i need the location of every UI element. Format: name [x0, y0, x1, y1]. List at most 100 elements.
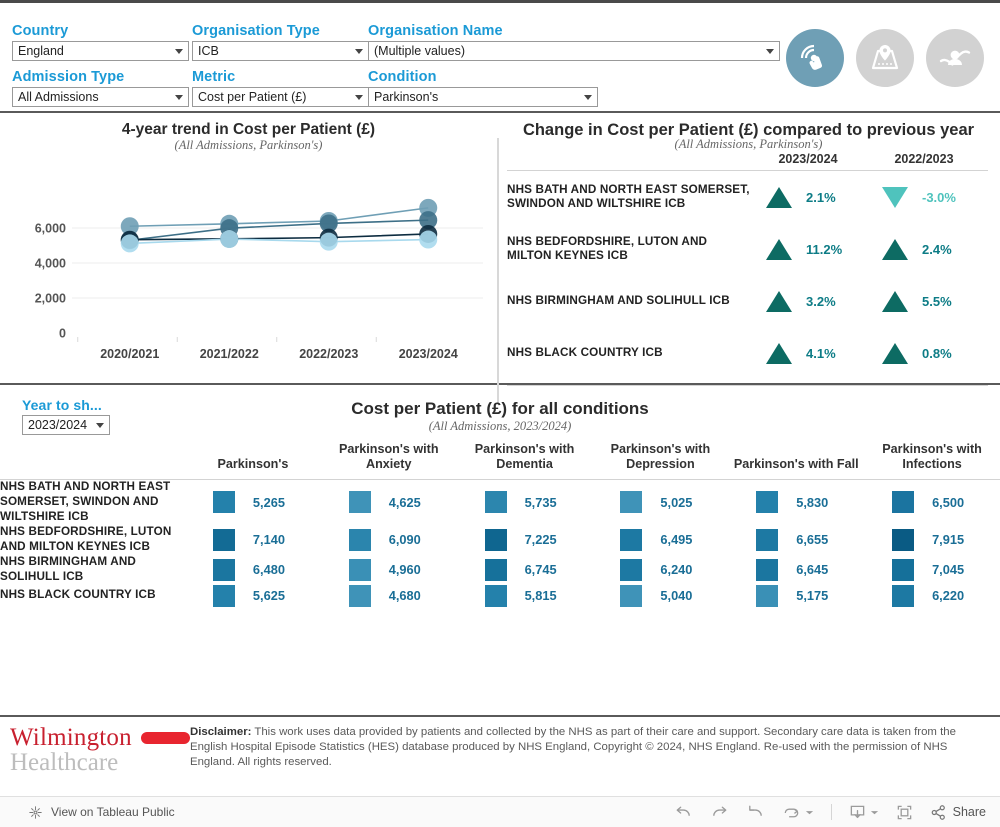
revert-icon[interactable] [746, 804, 765, 820]
view-on-tableau-public-button[interactable]: View on Tableau Public [28, 805, 175, 820]
filter-metric-label: Metric [192, 69, 236, 85]
conditions-table-row[interactable]: NHS BLACK COUNTRY ICB 5,625 4,680 5,815 5,04… [0, 584, 1000, 607]
conditions-table: Parkinson's Parkinson's with Anxiety Parki… [0, 440, 1000, 607]
conditions-table-row[interactable]: NHS BATH AND NORTH EAST SOMERSET, SWINDO… [0, 479, 1000, 524]
change-table-row[interactable]: NHS BIRMINGHAM AND SOLIHULL ICB 3.2% 5.5% [507, 275, 988, 327]
fullscreen-icon[interactable] [896, 804, 913, 821]
heatmap-swatch [212, 584, 235, 607]
conditions-value-cell[interactable]: 5,815 [457, 584, 593, 607]
disclaimer-text: This work uses data provided by patients… [190, 726, 956, 769]
redo-icon[interactable] [710, 804, 729, 820]
change-percent-value: 2.4% [922, 241, 952, 257]
conditions-value-label: 4,625 [388, 494, 421, 510]
conditions-value-cell[interactable]: 6,500 [864, 479, 1000, 524]
conditions-value-cell[interactable]: 5,175 [728, 584, 864, 607]
conditions-value-cell[interactable]: 5,625 [185, 584, 321, 607]
conditions-value-cell[interactable]: 5,040 [592, 584, 728, 607]
conditions-value-cell[interactable]: 6,240 [592, 555, 728, 585]
conditions-table-row[interactable]: NHS BIRMINGHAM AND SOLIHULL ICB 6,480 4,96… [0, 555, 1000, 585]
conditions-value-cell[interactable]: 6,220 [864, 584, 1000, 607]
chevron-down-icon [870, 810, 878, 814]
change-cell-2022-2023: -3.0% [866, 186, 982, 208]
conditions-value-cell[interactable]: 4,680 [321, 584, 457, 607]
svg-text:0: 0 [59, 327, 66, 341]
conditions-value-label: 7,915 [932, 532, 965, 548]
triangle-up-icon [766, 238, 792, 260]
chevron-down-icon [766, 48, 774, 54]
filter-organisation-type-select[interactable]: ICB [192, 41, 369, 61]
heatmap-swatch [484, 584, 507, 607]
heatmap-swatch [348, 558, 371, 581]
conditions-value-label: 6,240 [660, 562, 693, 578]
filter-year-select[interactable]: 2023/2024 [22, 415, 110, 435]
disclaimer: Disclaimer: This work uses data provided… [190, 723, 992, 770]
change-percent-value: 5.5% [922, 293, 952, 309]
conditions-col-org [0, 440, 185, 478]
triangle-up-icon [766, 342, 792, 364]
conditions-value-cell[interactable]: 6,745 [457, 555, 593, 585]
conditions-value-cell[interactable]: 4,960 [321, 555, 457, 585]
chevron-down-icon [175, 94, 183, 100]
download-icon[interactable] [849, 804, 879, 821]
filter-bar: Country England Organisation Type ICB Or… [0, 3, 1000, 111]
chart-x-axis-ticks: 2020/2021 2021/2022 2022/2023 2023/2024 [77, 337, 458, 361]
view-on-tableau-public-label: View on Tableau Public [51, 805, 175, 819]
change-percent-value: 4.1% [806, 345, 836, 361]
change-table-row[interactable]: NHS BATH AND NORTH EAST SOMERSET, SWINDO… [507, 171, 988, 223]
conditions-header-row: Parkinson's Parkinson's with Anxiety Parki… [0, 440, 1000, 478]
conditions-col-header: Parkinson's with Fall [733, 457, 859, 472]
tableau-logo-icon [29, 805, 42, 819]
conditions-value-cell[interactable]: 6,645 [728, 555, 864, 585]
conditions-value-label: 5,175 [796, 588, 829, 603]
tableau-dashboard: Country England Organisation Type ICB Or… [0, 0, 1000, 827]
filter-admission-type-select[interactable]: All Admissions [12, 87, 189, 107]
change-table-row[interactable]: NHS BEDFORDSHIRE, LUTON AND MILTON KEYNE… [507, 223, 988, 275]
conditions-table-row[interactable]: NHS BEDFORDSHIRE, LUTON AND MILTON KEYNE… [0, 525, 1000, 555]
trend-panel: 4-year trend in Cost per Patient (£) (Al… [0, 113, 497, 383]
conditions-value-cell[interactable]: 7,225 [457, 525, 593, 555]
click-interaction-icon[interactable] [786, 29, 844, 87]
filter-metric: Metric Cost per Patient (£) [192, 69, 369, 107]
conditions-value-cell[interactable]: 6,090 [321, 525, 457, 555]
conditions-value-cell[interactable]: 6,655 [728, 525, 864, 555]
conditions-table-head: Parkinson's Parkinson's with Anxiety Parki… [0, 440, 1000, 480]
heatmap-swatch [484, 558, 507, 581]
conditions-value-cell[interactable]: 6,495 [592, 525, 728, 555]
share-label: Share [952, 805, 986, 819]
care-hands-icon[interactable] [926, 29, 984, 87]
filter-metric-select[interactable]: Cost per Patient (£) [192, 87, 369, 107]
conditions-value-cell[interactable]: 7,915 [864, 525, 1000, 555]
conditions-value-cell[interactable]: 7,045 [864, 555, 1000, 585]
change-cell-2022-2023: 5.5% [866, 290, 982, 312]
conditions-value-cell[interactable]: 5,265 [185, 479, 321, 524]
filter-year-value: 2023/2024 [28, 418, 88, 432]
undo-icon[interactable] [674, 804, 693, 820]
chevron-down-icon [584, 94, 592, 100]
share-button[interactable]: Share [930, 804, 986, 821]
change-row-org: NHS BEDFORDSHIRE, LUTON AND MILTON KEYNE… [507, 234, 708, 263]
conditions-value-label: 7,225 [524, 532, 557, 548]
refresh-icon[interactable] [782, 804, 814, 820]
change-table-row[interactable]: NHS BLACK COUNTRY ICB 4.1% 0.8% [507, 327, 988, 379]
heatmap-swatch [620, 491, 643, 514]
change-percent-value: 11.2% [806, 241, 843, 257]
conditions-row-org: NHS BEDFORDSHIRE, LUTON AND MILTON KEYNE… [0, 524, 172, 553]
filter-admission-type: Admission Type All Admissions [12, 69, 189, 107]
conditions-col-header: Parkinson's with Infections [882, 442, 982, 472]
trend-line-chart[interactable]: 0 2,000 4,000 6,000 2020/2021 2021/2022 2022/… [0, 153, 497, 368]
conditions-value-cell[interactable]: 6,480 [185, 555, 321, 585]
conditions-value-cell[interactable]: 5,830 [728, 479, 864, 524]
conditions-value-cell[interactable]: 5,025 [592, 479, 728, 524]
filter-country-select[interactable]: England [12, 41, 189, 61]
filter-organisation-name-select[interactable]: (Multiple values) [368, 41, 780, 61]
conditions-value-cell[interactable]: 7,140 [185, 525, 321, 555]
map-pin-icon[interactable] [856, 29, 914, 87]
conditions-row-org: NHS BATH AND NORTH EAST SOMERSET, SWINDO… [0, 479, 171, 523]
change-title: Change in Cost per Patient (£) compared … [522, 121, 975, 139]
heatmap-swatch [348, 491, 371, 514]
triangle-up-icon [766, 290, 792, 312]
filter-condition-select[interactable]: Parkinson's [368, 87, 598, 107]
conditions-value-cell[interactable]: 5,735 [457, 479, 593, 524]
heatmap-swatch [484, 491, 507, 514]
conditions-value-cell[interactable]: 4,625 [321, 479, 457, 524]
